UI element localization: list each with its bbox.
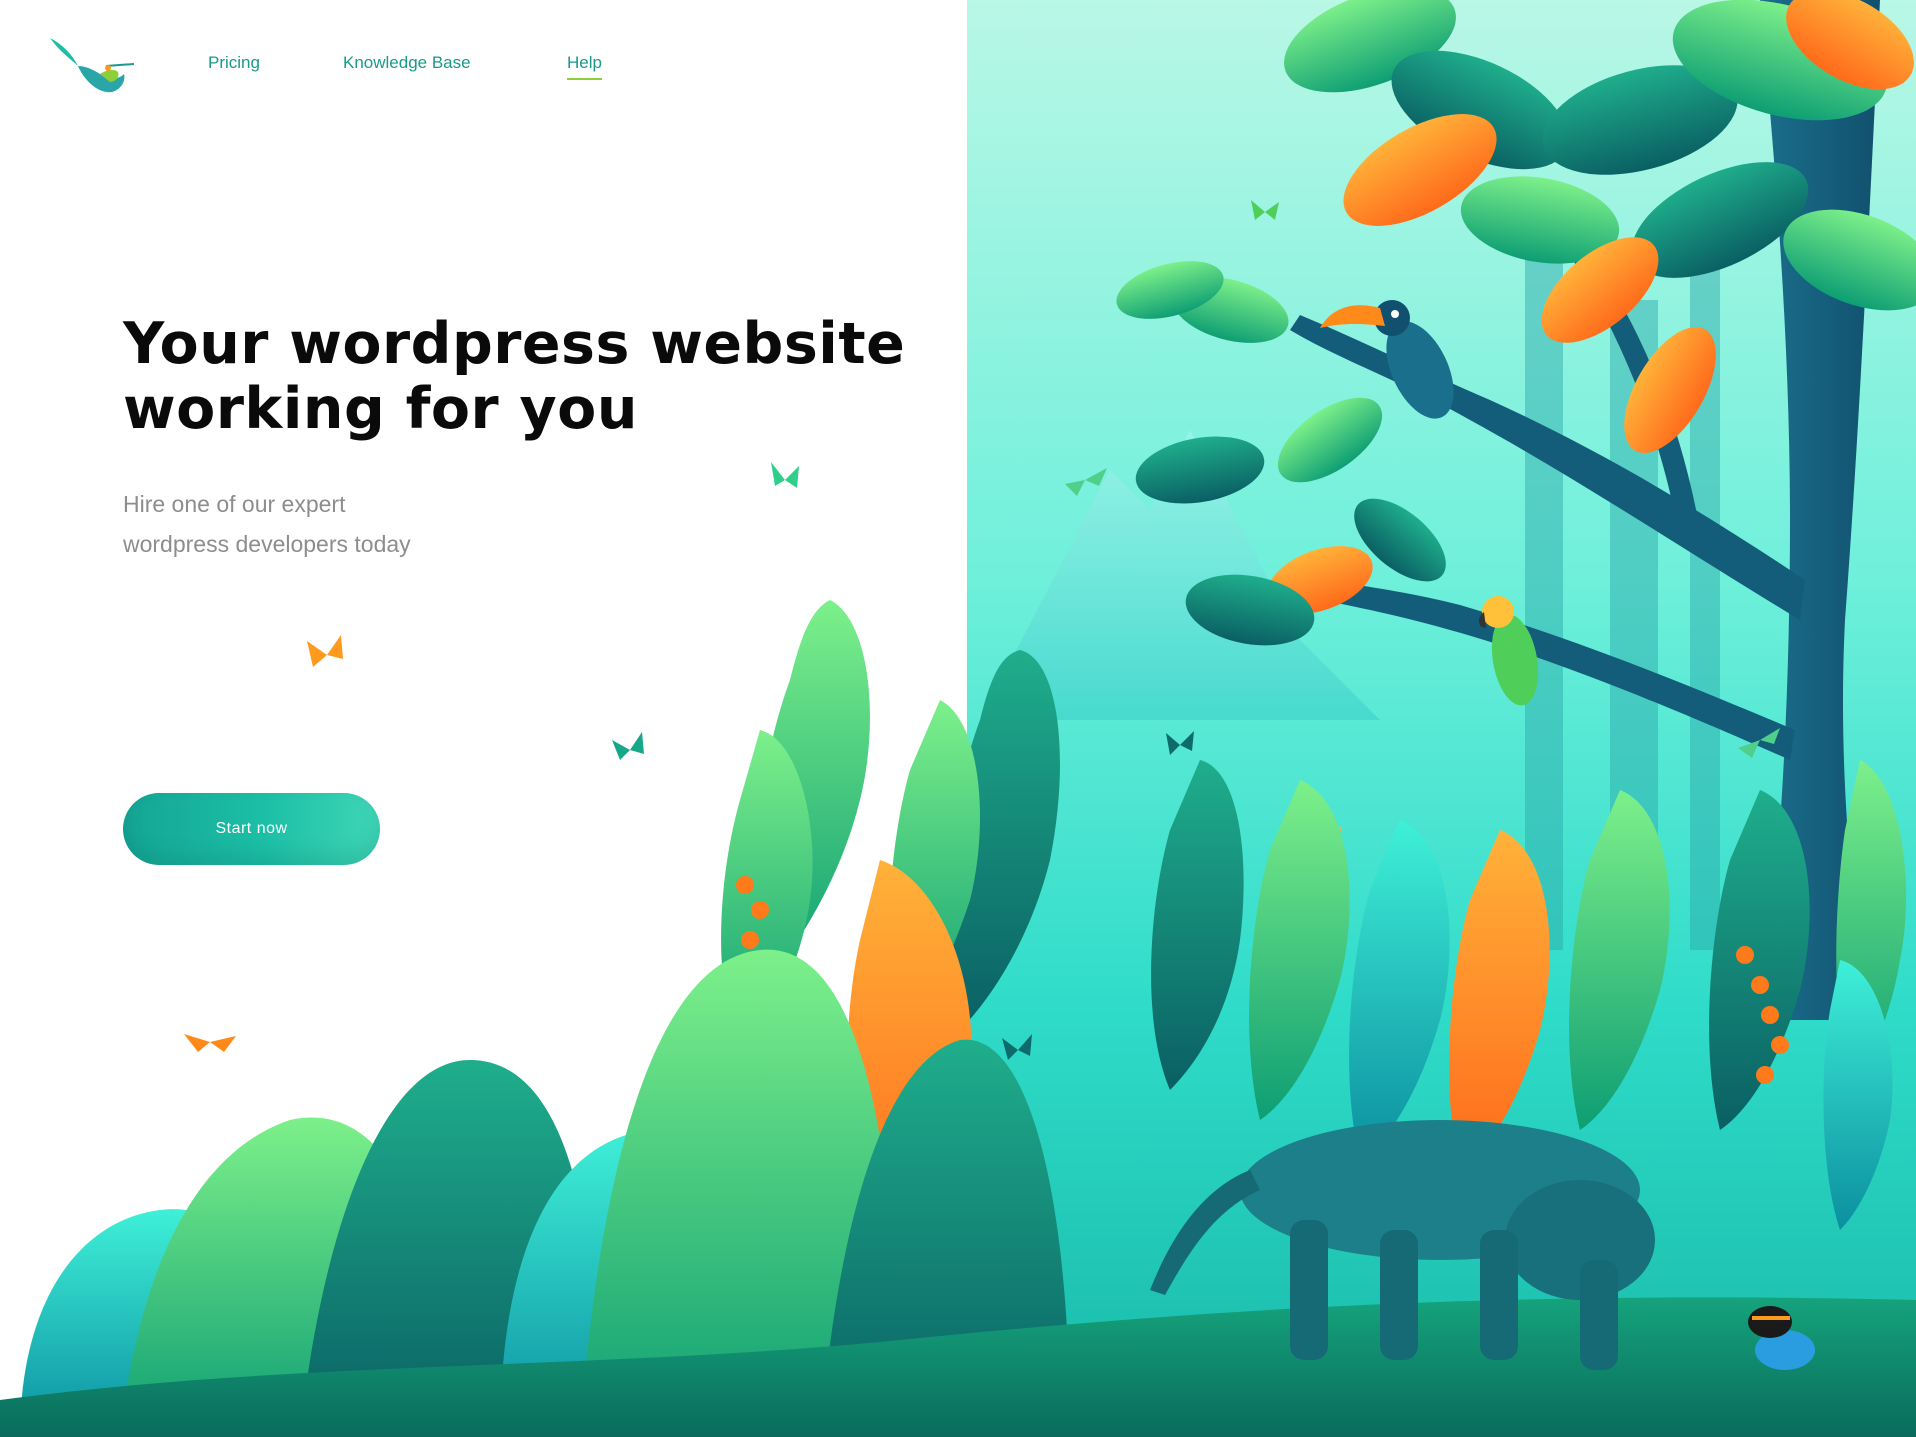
nav-link-help[interactable]: Help — [567, 53, 602, 80]
jungle-illustration — [0, 0, 1916, 1437]
start-now-button[interactable]: Start now — [123, 793, 380, 865]
nav-link-knowledge-base[interactable]: Knowledge Base — [343, 53, 471, 73]
hero-title-line-2: working for you — [123, 376, 638, 442]
hero-title-line-1: Your wordpress website — [123, 311, 906, 377]
nav-link-pricing[interactable]: Pricing — [208, 53, 260, 73]
hummingbird-logo-icon[interactable] — [48, 30, 134, 102]
hero-subtitle: Hire one of our expert wordpress develop… — [123, 484, 543, 564]
hero-subtitle-line-2: wordpress developers today — [123, 531, 411, 557]
hero-subtitle-line-1: Hire one of our expert — [123, 491, 346, 517]
hero-title: Your wordpress website working for you — [123, 312, 923, 442]
top-navigation: Pricing Knowledge Base Help — [0, 0, 967, 130]
